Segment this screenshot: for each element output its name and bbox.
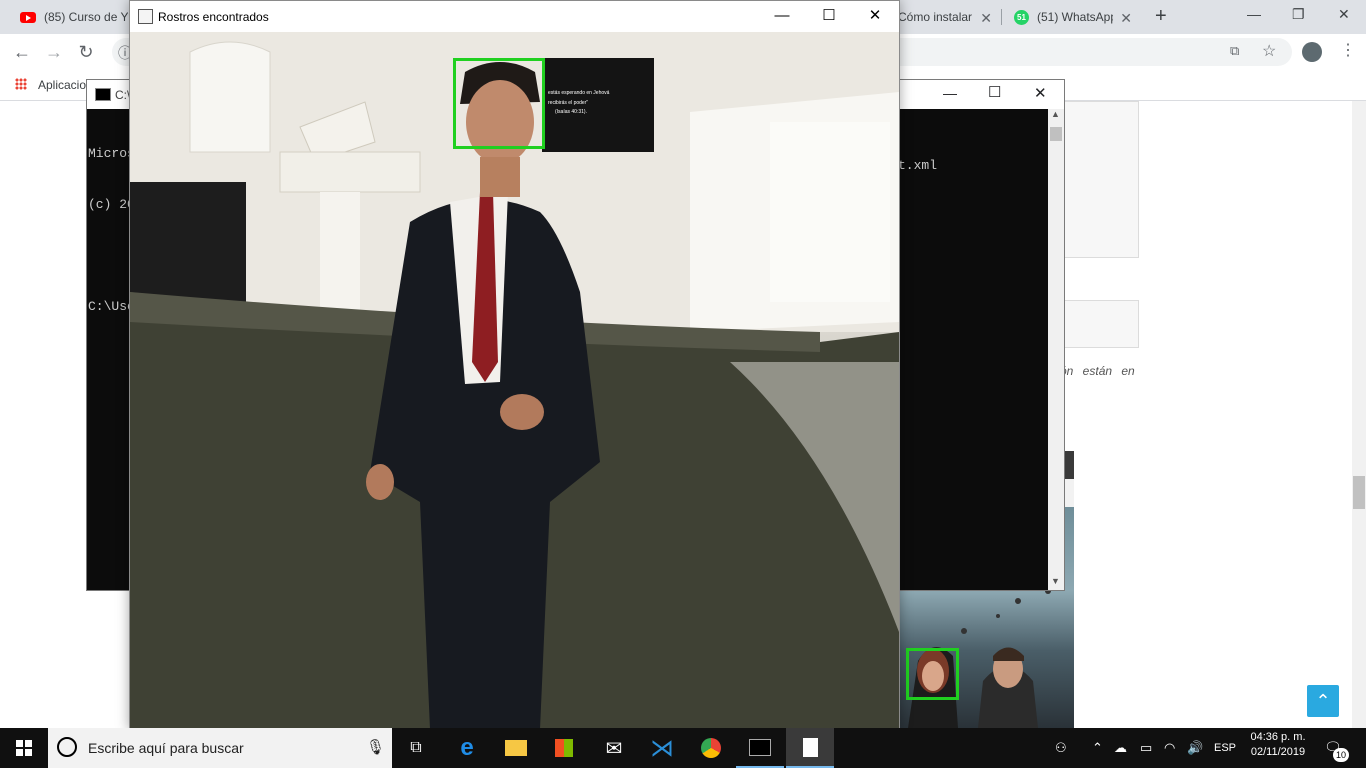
clock-date: 02/11/2019 — [1250, 746, 1306, 758]
start-button[interactable] — [0, 728, 48, 768]
translate-icon[interactable]: ⧉ — [1230, 43, 1239, 59]
minimize-icon[interactable]: — — [943, 85, 957, 101]
new-tab-button[interactable]: + — [1155, 5, 1167, 28]
cmd-taskbar-icon[interactable] — [736, 728, 784, 768]
task-view-icon[interactable]: ⧉ — [392, 728, 440, 768]
maximize-icon[interactable]: ☐ — [806, 5, 852, 29]
window-title: Rostros encontrados — [158, 10, 269, 24]
youtube-icon — [20, 11, 36, 23]
cmd-line-tail: t.xml — [898, 158, 938, 173]
faces-found-window[interactable]: Rostros encontrados — ☐ ✕ estás esperand… — [129, 0, 900, 730]
close-icon[interactable]: ✕ — [852, 5, 898, 29]
faces-window-title-bar[interactable]: Rostros encontrados — ☐ ✕ — [130, 1, 899, 32]
cmd-icon — [95, 88, 111, 101]
wifi-icon[interactable]: ◠ — [1164, 740, 1175, 756]
windows-taskbar: Escribe aquí para buscar 🎙 ⧉ e ✉ ⋊ ⚇ ⌃ ☁… — [0, 728, 1366, 768]
reload-button[interactable]: ↻ — [76, 42, 96, 62]
avatar[interactable] — [1302, 42, 1322, 62]
scroll-to-top-button[interactable]: ⌃ — [1307, 685, 1339, 717]
notification-count-badge: 10 — [1333, 748, 1349, 762]
tv-text: recibirás el poder" — [548, 100, 588, 106]
scrollbar-thumb[interactable] — [1353, 476, 1365, 509]
tab-label: (85) Curso de Y — [44, 10, 128, 24]
taskbar-search-box[interactable]: Escribe aquí para buscar 🎙 — [48, 728, 392, 768]
close-tab-icon[interactable]: ✕ — [1120, 10, 1132, 27]
clock-time: 04:36 p. m. — [1250, 731, 1306, 743]
cmd-scrollbar[interactable]: ▲ ▼ — [1048, 109, 1064, 590]
clock[interactable]: 04:36 p. m. 02/11/2019 — [1246, 731, 1310, 758]
face-detection-box — [906, 648, 959, 700]
tab-youtube[interactable]: (85) Curso de Y — [20, 0, 128, 34]
language-indicator[interactable]: ESP — [1214, 742, 1236, 754]
cortana-icon — [57, 737, 77, 757]
battery-icon[interactable]: ▭ — [1140, 740, 1152, 756]
face-detection-box — [453, 58, 545, 149]
apps-grid-icon[interactable] — [15, 78, 27, 90]
page-text: ón están en — [1060, 364, 1135, 378]
tab-label: (51) WhatsApp — [1037, 10, 1113, 24]
people-icon[interactable]: ⚇ — [1055, 740, 1067, 756]
detected-faces-photo: estás esperando en Jehová recibirás el p… — [130, 32, 899, 729]
tab-divider — [1001, 9, 1002, 25]
tv-text: estás esperando en Jehová — [548, 90, 610, 96]
close-icon[interactable]: ✕ — [1034, 84, 1047, 102]
maximize-icon[interactable]: ☐ — [988, 83, 1001, 101]
window-icon — [138, 9, 153, 24]
image-viewer-icon[interactable] — [786, 728, 834, 768]
edge-icon[interactable]: e — [443, 728, 491, 768]
file-explorer-icon[interactable] — [492, 728, 540, 768]
scroll-down-icon[interactable]: ▼ — [1051, 576, 1060, 586]
tab-como-instalar[interactable]: Cómo instalar ✕ — [898, 0, 998, 34]
menu-icon[interactable]: ⋮ — [1340, 40, 1356, 60]
page-scrollbar[interactable] — [1352, 101, 1366, 728]
whatsapp-icon: 51 — [1014, 9, 1029, 25]
mail-icon[interactable]: ✉ — [590, 728, 638, 768]
restore-icon[interactable]: ❐ — [1292, 6, 1305, 23]
vscode-icon[interactable]: ⋊ — [638, 728, 686, 768]
content-card — [1060, 101, 1139, 258]
scrollbar-thumb[interactable] — [1050, 127, 1062, 141]
back-button[interactable]: ← — [12, 42, 32, 62]
forward-button[interactable]: → — [44, 42, 64, 62]
chevron-up-icon[interactable]: ⌃ — [1092, 740, 1103, 756]
close-tab-icon[interactable]: ✕ — [980, 10, 992, 27]
tab-label: Cómo instalar — [898, 10, 973, 24]
chrome-icon[interactable] — [687, 728, 735, 768]
apps-bookmark[interactable]: Aplicacio — [38, 78, 86, 92]
volume-icon[interactable]: 🔊 — [1187, 740, 1203, 756]
onedrive-icon[interactable]: ☁ — [1114, 740, 1127, 756]
minimize-icon[interactable]: — — [1247, 6, 1261, 22]
minimize-icon[interactable]: — — [759, 5, 805, 29]
search-placeholder: Escribe aquí para buscar — [88, 740, 244, 756]
windows-logo-icon — [16, 740, 32, 756]
bookmark-star-icon[interactable]: ☆ — [1262, 41, 1276, 61]
tv-text: (Isaías 40:31). — [555, 109, 587, 115]
scroll-up-icon[interactable]: ▲ — [1051, 109, 1060, 119]
store-icon[interactable] — [540, 728, 588, 768]
tab-whatsapp[interactable]: 51 (51) WhatsApp ✕ — [1014, 0, 1136, 34]
close-icon[interactable]: ✕ — [1338, 6, 1350, 23]
content-card — [1060, 300, 1139, 348]
microphone-icon[interactable]: 🎙 — [366, 738, 385, 756]
